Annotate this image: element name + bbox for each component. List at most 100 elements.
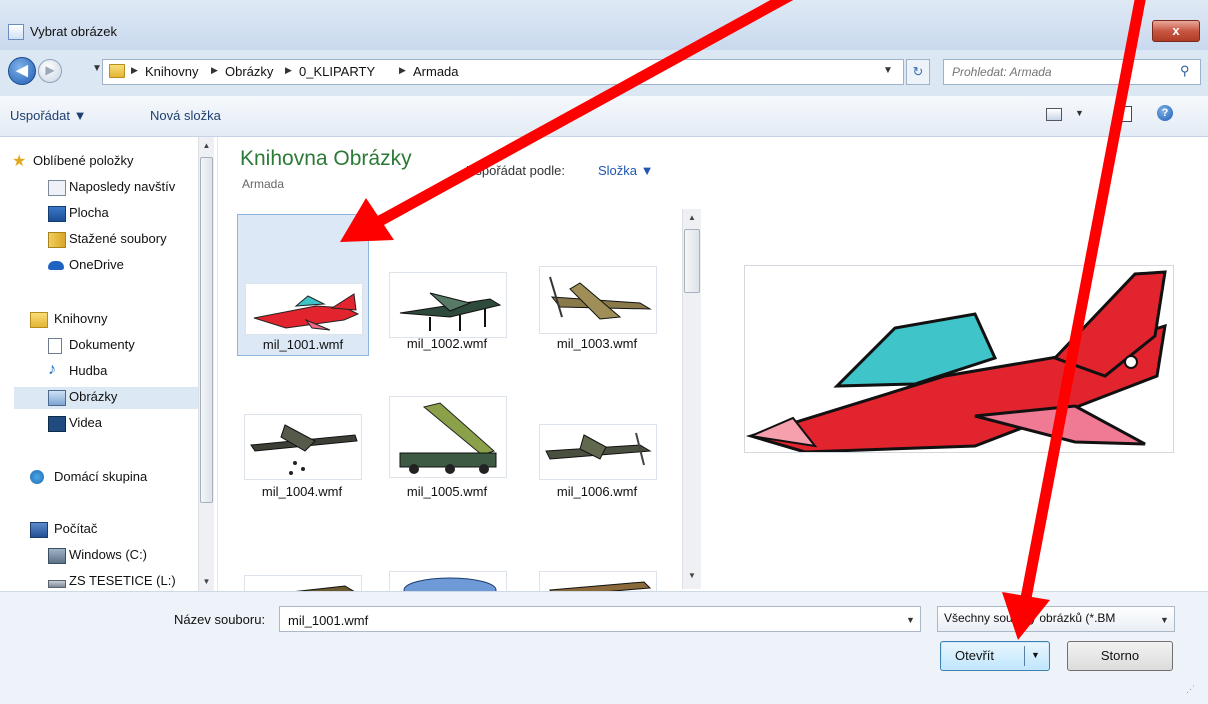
- breadcrumb-item-armada[interactable]: Armada: [413, 64, 459, 79]
- file-list-scrollbar-thumb[interactable]: [684, 229, 700, 293]
- file-name: mil_1006.wmf: [556, 484, 638, 499]
- nav-item-desktop[interactable]: Plocha: [48, 203, 198, 225]
- file-name: mil_1004.wmf: [261, 484, 343, 499]
- breadcrumb[interactable]: ▶ Knihovny ▶ Obrázky ▶ 0_KLIPARTY ▶ Arma…: [102, 59, 904, 85]
- breadcrumb-separator-icon: ▶: [211, 65, 218, 75]
- search-input[interactable]: [950, 62, 1164, 82]
- bottom-panel: Název souboru: ▼ Všechny soubory obrázků…: [0, 591, 1208, 704]
- filename-label: Název souboru:: [174, 612, 266, 627]
- file-name: mil_1003.wmf: [556, 336, 638, 351]
- organize-button[interactable]: Uspořádat ▼: [10, 108, 86, 123]
- help-icon[interactable]: ?: [1157, 105, 1173, 121]
- breadcrumb-separator-icon: ▶: [131, 65, 138, 75]
- nav-item-music[interactable]: ♪ Hudba: [48, 361, 198, 383]
- arrange-by-label: Uspořádat podle:: [466, 163, 566, 178]
- preview-image: [744, 265, 1174, 454]
- file-thumbnail-partial[interactable]: [539, 571, 657, 591]
- view-options-dropdown-icon[interactable]: ▼: [1075, 108, 1084, 118]
- file-tile[interactable]: mil_1005.wmf: [382, 362, 512, 502]
- library-subtitle: Armada: [242, 177, 285, 191]
- videos-icon: [48, 416, 66, 432]
- file-list-scrollbar[interactable]: ▲ ▼: [682, 209, 701, 589]
- open-button[interactable]: Otevřít ▼: [940, 641, 1050, 671]
- file-name: mil_1002.wmf: [406, 336, 488, 351]
- file-thumbnail-partial[interactable]: [244, 575, 362, 591]
- file-name: mil_1001.wmf: [262, 337, 344, 352]
- nav-item-libraries[interactable]: Knihovny: [30, 309, 190, 331]
- nav-item-drive-l[interactable]: ZS TESETICE (L:): [48, 571, 198, 591]
- nav-item-homegroup[interactable]: Domácí skupina: [30, 467, 200, 489]
- nav-item-favorites[interactable]: ★ Oblíbené položky: [12, 151, 192, 173]
- file-tile[interactable]: mil_1002.wmf: [382, 214, 512, 354]
- back-arrow-icon: ◀: [16, 62, 28, 79]
- cancel-button[interactable]: Storno: [1067, 641, 1173, 671]
- command-toolbar: Uspořádat ▼ Nová složka ▼ ?: [0, 96, 1208, 137]
- split-divider: [1024, 646, 1025, 666]
- dialog-app-icon: [8, 24, 24, 40]
- computer-icon: [30, 522, 48, 538]
- search-icon[interactable]: ⚲: [1180, 63, 1190, 79]
- nav-item-videos[interactable]: Videa: [48, 413, 198, 435]
- nav-item-recent-places[interactable]: Naposledy navštív: [48, 177, 208, 199]
- close-button[interactable]: x: [1152, 20, 1200, 42]
- scroll-down-icon[interactable]: ▼: [199, 577, 214, 586]
- file-tile[interactable]: mil_1003.wmf: [532, 214, 662, 354]
- filename-dropdown-icon[interactable]: ▼: [906, 615, 915, 625]
- file-thumbnail: [245, 283, 363, 335]
- nav-scrollbar-thumb[interactable]: [200, 157, 213, 503]
- recent-places-icon: [48, 180, 66, 196]
- recent-locations-dropdown[interactable]: ▼: [92, 63, 102, 74]
- folder-icon: [109, 64, 125, 78]
- breadcrumb-item-knihovny[interactable]: Knihovny: [145, 64, 198, 79]
- network-drive-icon: [48, 580, 66, 588]
- file-open-dialog: Vybrat obrázek x ◀ ▶ ▼ ▶ Knihovny ▶ Obrá…: [0, 0, 1208, 704]
- arrange-by-dropdown[interactable]: Složka ▼: [598, 163, 654, 178]
- scroll-up-icon[interactable]: ▲: [199, 141, 214, 150]
- nav-item-documents[interactable]: Dokumenty: [48, 335, 198, 357]
- filename-combobox[interactable]: [279, 606, 921, 632]
- star-icon: ★: [12, 153, 27, 170]
- homegroup-icon: [30, 470, 44, 484]
- nav-item-computer[interactable]: Počítač: [30, 519, 200, 541]
- preview-pane-icon[interactable]: [1116, 106, 1132, 122]
- library-title: Knihovna Obrázky: [240, 147, 412, 170]
- file-tile[interactable]: mil_1006.wmf: [532, 362, 662, 502]
- scroll-down-icon[interactable]: ▼: [683, 571, 701, 580]
- forward-arrow-icon: ▶: [45, 63, 55, 77]
- file-type-filter-value: Všechny soubory obrázků (*.BM: [944, 611, 1116, 625]
- title-bar: Vybrat obrázek x: [0, 0, 1208, 50]
- breadcrumb-item-kliparty[interactable]: 0_KLIPARTY: [299, 64, 375, 79]
- onedrive-icon: [48, 261, 64, 270]
- new-folder-button[interactable]: Nová složka: [150, 108, 221, 123]
- open-options-dropdown-icon[interactable]: ▼: [1031, 650, 1040, 660]
- drive-icon: [48, 548, 66, 564]
- nav-scrollbar[interactable]: ▲ ▼: [198, 137, 214, 591]
- address-dropdown-icon[interactable]: ▼: [883, 65, 893, 76]
- music-icon: ♪: [48, 361, 56, 378]
- forward-button[interactable]: ▶: [38, 59, 62, 83]
- nav-item-pictures[interactable]: Obrázky: [14, 387, 209, 409]
- refresh-icon: ↻: [912, 64, 924, 79]
- breadcrumb-item-obrazky[interactable]: Obrázky: [225, 64, 273, 79]
- file-type-filter-select[interactable]: Všechny soubory obrázků (*.BM ▼: [937, 606, 1175, 632]
- pictures-icon: [48, 390, 66, 406]
- file-thumbnail-partial[interactable]: [389, 571, 507, 591]
- refresh-button[interactable]: ↻: [906, 59, 930, 85]
- file-tile[interactable]: mil_1001.wmf: [237, 214, 369, 356]
- filename-input[interactable]: [286, 610, 890, 630]
- preview-pane: [706, 137, 1208, 591]
- file-thumbnail: [244, 414, 362, 480]
- nav-item-downloads[interactable]: Stažené soubory: [48, 229, 198, 251]
- file-thumbnail: [539, 424, 657, 480]
- file-thumbnail: [389, 396, 507, 478]
- address-row: ◀ ▶ ▼ ▶ Knihovny ▶ Obrázky ▶ 0_KLIPARTY …: [0, 50, 1208, 96]
- back-button[interactable]: ◀: [8, 57, 36, 85]
- file-tile[interactable]: mil_1004.wmf: [237, 362, 367, 502]
- chevron-down-icon: ▼: [1160, 615, 1169, 625]
- search-box[interactable]: ⚲: [943, 59, 1201, 85]
- nav-item-drive-c[interactable]: Windows (C:): [48, 545, 198, 567]
- resize-grip-icon[interactable]: ⋰: [1186, 684, 1195, 695]
- change-view-icon[interactable]: [1046, 108, 1062, 121]
- scroll-up-icon[interactable]: ▲: [683, 213, 701, 222]
- nav-item-onedrive[interactable]: OneDrive: [48, 255, 198, 277]
